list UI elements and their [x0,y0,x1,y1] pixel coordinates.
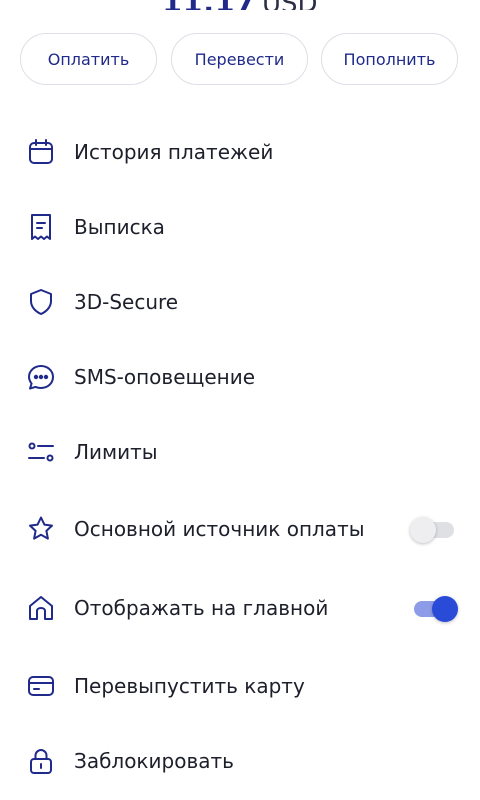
menu-item-limits[interactable]: Лимиты [0,424,480,480]
sliders-icon [26,437,56,467]
menu-item-3d-secure[interactable]: 3D-Secure [0,274,480,330]
menu-item-label: Отображать на главной [74,596,329,620]
menu-item-statement[interactable]: Выписка [0,199,480,255]
toggle-knob [410,517,436,543]
menu-item-label: SMS-оповещение [74,365,256,389]
menu-item-primary-payment-source[interactable]: Основной источник оплаты [0,501,480,557]
primary-source-toggle[interactable] [410,515,456,543]
star-icon [26,514,56,544]
menu-item-block-card[interactable]: Заблокировать [0,733,480,789]
menu-item-reissue-card[interactable]: Перевыпустить карту [0,658,480,714]
show-on-home-toggle[interactable] [412,594,458,622]
menu-item-label: Выписка [74,215,165,239]
balance-display: 11.17 USD [0,0,480,10]
menu-item-label: Лимиты [74,440,158,464]
lock-icon [26,746,56,776]
pay-button[interactable]: Оплатить [20,33,157,85]
balance-amount: 11.17 [162,0,256,10]
menu-item-label: Перевыпустить карту [74,674,305,698]
card-icon [26,671,56,701]
menu-item-label: Заблокировать [74,749,234,773]
home-icon [26,593,56,623]
quick-actions: Оплатить Перевести Пополнить [20,33,460,89]
transfer-button[interactable]: Перевести [171,33,308,85]
balance-currency: USD [262,0,318,10]
menu-item-label: Основной источник оплаты [74,517,365,541]
menu-item-show-on-home[interactable]: Отображать на главной [0,580,480,636]
chat-icon [26,362,56,392]
menu-item-label: 3D-Secure [74,290,179,314]
menu-item-payment-history[interactable]: История платежей [0,124,480,180]
receipt-icon [26,212,56,242]
toggle-knob [432,596,458,622]
topup-button[interactable]: Пополнить [321,33,458,85]
menu-item-sms-notifications[interactable]: SMS-оповещение [0,349,480,405]
shield-icon [26,287,56,317]
calendar-icon [26,137,56,167]
menu-item-label: История платежей [74,140,274,164]
